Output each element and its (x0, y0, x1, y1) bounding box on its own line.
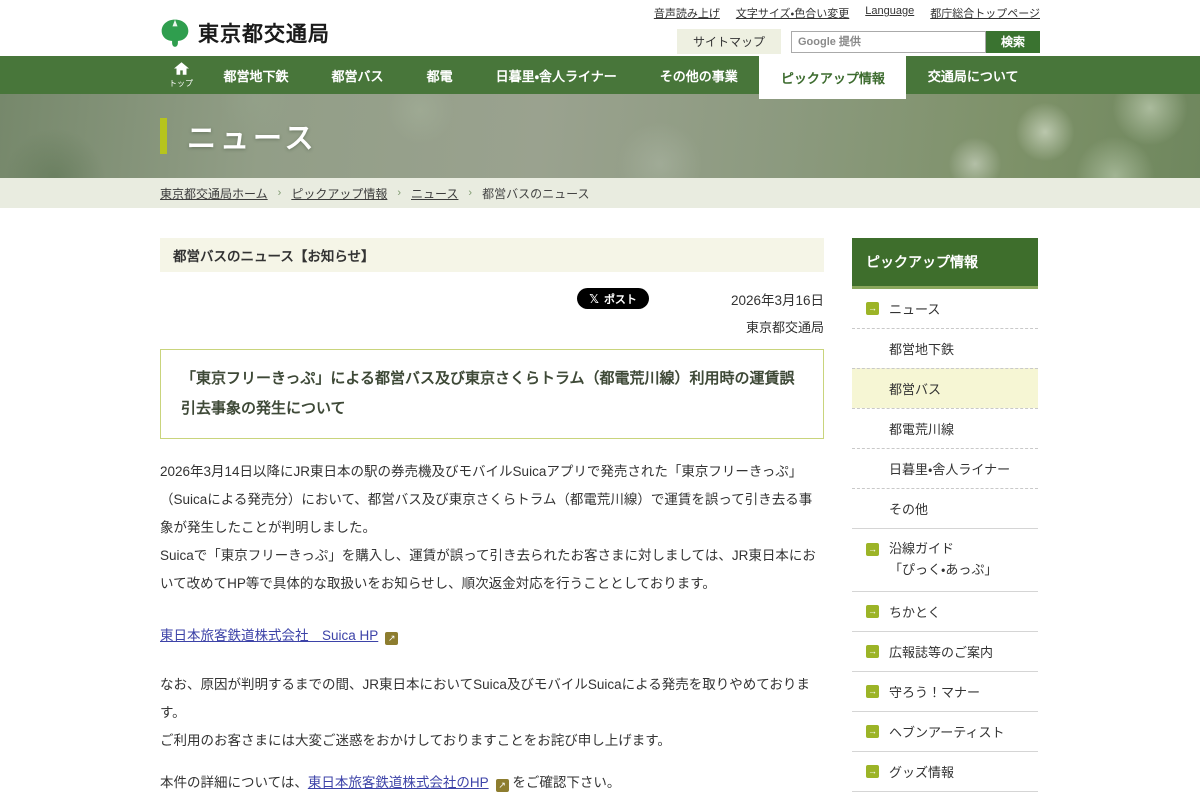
article-paragraph-3: 本件の詳細については、東日本旅客鉄道株式会社のHP ↗ をご確認下さい。 (160, 769, 824, 797)
sidebar-item-label: 沿線ガイド (889, 541, 955, 556)
chevron-right-icon: › (468, 187, 473, 199)
nav-item-pickup-info[interactable]: ピックアップ情報 (759, 56, 907, 99)
sidebar-item-label: 都営地下鉄 (889, 342, 955, 357)
article-meta-row: 𝕏 ポスト 2026年3月16日 (160, 288, 824, 309)
home-icon (173, 61, 189, 77)
site-logo[interactable]: 東京都交通局 (160, 0, 330, 56)
nav-home-tab[interactable]: トップ (160, 56, 202, 94)
sidebar-item-nippori-toneri[interactable]: 日暮里・舎人ライナー (852, 448, 1038, 488)
x-logo-icon: 𝕏 (589, 291, 599, 306)
sidebar-item-label: 広報誌等のご案内 (889, 644, 994, 660)
page-banner: ニュース (0, 94, 1200, 178)
sidebar-item-goods[interactable]: → グッズ情報 (852, 750, 1038, 791)
search-button[interactable]: 検索 (985, 30, 1040, 53)
sidebar-item-kouhoushi[interactable]: → 広報誌等のご案内 (852, 630, 1038, 671)
utility-link-voice[interactable]: 音声読み上げ (654, 5, 720, 21)
breadcrumb-current: 都営バスのニュース (482, 186, 590, 201)
x-post-label: ポスト (603, 293, 637, 306)
article-paragraph-1: 2026年3月14日以降にJR東日本の駅の券売機及びモバイルSuicaアプリで発… (160, 458, 824, 598)
paragraph-2-line-2: ご利用のお客さまには大変ご迷惑をおかけしておりますことをお詫び申し上げます。 (160, 733, 671, 748)
sitemap-button[interactable]: サイトマップ (676, 29, 781, 54)
sidebar-item-ensen-guide[interactable]: → 沿線ガイド 「ぴっく・あっぷ」 (852, 528, 1038, 591)
search-input[interactable] (790, 30, 986, 53)
arrow-right-icon: → (866, 644, 879, 658)
article-paragraph-2: なお、原因が判明するまでの間、JR東日本においてSuica及びモバイルSuica… (160, 671, 824, 755)
search-area: サイトマップ 検索 (676, 29, 1040, 54)
pickup-sidebar: ピックアップ情報 → ニュース 都営地下鉄 都営バス 都電荒川線 日暮里・舎人ラ… (852, 238, 1038, 800)
sidebar-item-chikatoku[interactable]: → ちかとく (852, 590, 1038, 631)
nav-home-label: トップ (169, 78, 193, 88)
arrow-right-icon: → (866, 604, 879, 618)
nav-item-other-business[interactable]: その他の事業 (638, 56, 759, 94)
arrow-right-icon: → (866, 724, 879, 738)
x-post-button[interactable]: 𝕏 ポスト (577, 288, 649, 309)
nav-item-about-bureau[interactable]: 交通局について (906, 56, 1040, 94)
sidebar-item-label: 都営バス (889, 382, 942, 397)
global-nav: トップ 都営地下鉄 都営バス 都電 日暮里・舎人ライナー その他の事業 ピックア… (0, 56, 1200, 99)
jr-east-hp-link[interactable]: 東日本旅客鉄道株式会社のHP (308, 775, 489, 790)
banner-accent-bar (160, 118, 167, 154)
article-headline: 「東京フリーきっぷ」による都営バス及び東京さくらトラム（都電荒川線）利用時の運賃… (160, 349, 824, 439)
section-title: 都営バスのニュース【お知らせ】 (160, 238, 824, 272)
paragraph-3-prefix: 本件の詳細については、 (160, 775, 308, 790)
sidebar-item-papercraft[interactable]: → ペーパークラフト (852, 790, 1038, 800)
paragraph-1-line-2: Suicaで「東京フリーきっぷ」を購入し、運賃が誤って引き去られたお客さまに対し… (160, 548, 816, 591)
utility-link-language[interactable]: Language (865, 5, 914, 21)
nav-item-subway[interactable]: 都営地下鉄 (202, 56, 310, 94)
nav-item-bus[interactable]: 都営バス (310, 56, 405, 94)
sidebar-item-label: 守ろう！マナー (889, 684, 981, 700)
sidebar-item-label: その他 (889, 502, 929, 517)
sidebar-item-other[interactable]: その他 (852, 488, 1038, 528)
paragraph-1-line-1: 2026年3月14日以降にJR東日本の駅の券売機及びモバイルSuicaアプリで発… (160, 464, 813, 535)
suica-hp-link-line: 東日本旅客鉄道株式会社 Suica HP ↗ (160, 624, 824, 645)
chevron-right-icon: › (397, 187, 402, 199)
sidebar-item-bus-current[interactable]: 都営バス (852, 368, 1038, 408)
nav-item-toden[interactable]: 都電 (405, 56, 474, 94)
site-logo-text: 東京都交通局 (198, 23, 330, 46)
sidebar-item-manner[interactable]: → 守ろう！マナー (852, 670, 1038, 711)
article-author: 東京都交通局 (745, 320, 824, 335)
chevron-right-icon: › (277, 187, 282, 199)
sidebar-item-label: ヘブンアーティスト (889, 724, 1005, 740)
sidebar-item-subway[interactable]: 都営地下鉄 (852, 328, 1038, 368)
paragraph-3-suffix: をご確認下さい。 (512, 775, 621, 790)
breadcrumb: 東京都交通局ホーム › ピックアップ情報 › ニュース › 都営バスのニュース (160, 178, 1040, 208)
article-main: 都営バスのニュース【お知らせ】 𝕏 ポスト 2026年3月16日 東京都交通局 … (160, 238, 824, 800)
sidebar-item-label: ニュース (889, 302, 941, 317)
utility-links: 音声読み上げ 文字サイズ・色合い変更 Language 都庁総合トップページ (654, 5, 1040, 21)
sidebar-item-label: グッズ情報 (889, 764, 955, 780)
arrow-right-icon: → (866, 684, 879, 698)
nav-item-nippori-toneri[interactable]: 日暮里・舎人ライナー (474, 56, 638, 94)
tokyo-ginkgo-logo-icon (160, 18, 190, 48)
article-date: 2026年3月16日 (730, 292, 824, 308)
sidebar-item-label-line2: 「ぴっく・あっぷ」 (889, 561, 998, 577)
external-link-icon: ↗ (495, 779, 509, 792)
breadcrumb-home[interactable]: 東京都交通局ホーム (160, 185, 268, 202)
breadcrumb-bar: 東京都交通局ホーム › ピックアップ情報 › ニュース › 都営バスのニュース (0, 178, 1200, 208)
utility-link-metro-top[interactable]: 都庁総合トップページ (930, 5, 1040, 21)
arrow-right-icon: → (866, 302, 879, 315)
sidebar-item-toden-arakawa[interactable]: 都電荒川線 (852, 408, 1038, 448)
breadcrumb-news[interactable]: ニュース (411, 185, 458, 202)
arrow-right-icon: → (866, 543, 879, 556)
utility-link-textsize[interactable]: 文字サイズ・色合い変更 (736, 5, 849, 21)
sidebar-item-news[interactable]: → ニュース (852, 289, 1038, 328)
external-link-icon: ↗ (385, 632, 399, 645)
sidebar-item-label: ちかとく (889, 604, 941, 620)
sidebar-title: ピックアップ情報 (852, 238, 1038, 289)
site-header: 東京都交通局 音声読み上げ 文字サイズ・色合い変更 Language 都庁総合ト… (0, 0, 1200, 56)
jr-east-suica-hp-link[interactable]: 東日本旅客鉄道株式会社 Suica HP (160, 628, 378, 643)
breadcrumb-pickup[interactable]: ピックアップ情報 (291, 185, 387, 202)
page-title: ニュース (187, 123, 318, 155)
arrow-right-icon: → (866, 764, 879, 778)
sidebar-item-label: 日暮里・舎人ライナー (889, 462, 1011, 477)
paragraph-2-line-1: なお、原因が判明するまでの間、JR東日本においてSuica及びモバイルSuica… (160, 677, 810, 720)
sidebar-item-label: 都電荒川線 (889, 422, 955, 437)
sidebar-item-heaven-artist[interactable]: → ヘブンアーティスト (852, 710, 1038, 751)
